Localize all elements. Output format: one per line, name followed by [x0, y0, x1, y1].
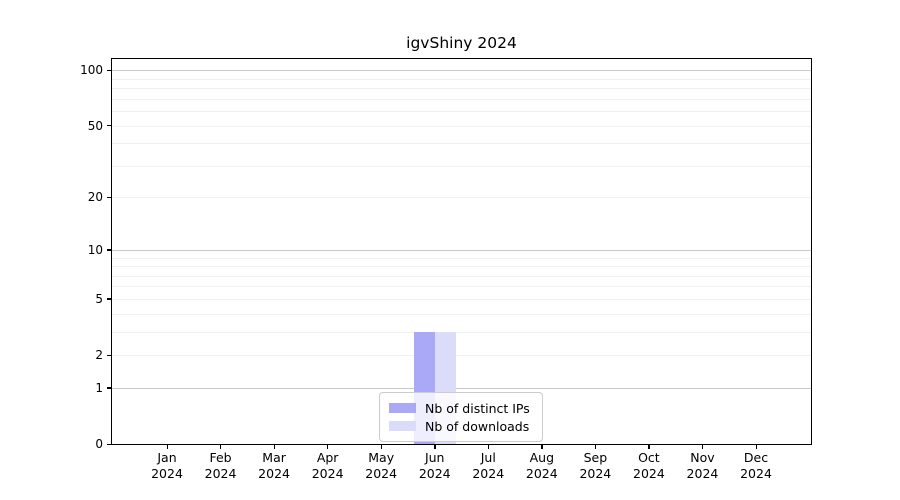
- plot-area: Nb of distinct IPs Nb of downloads: [112, 59, 811, 444]
- major-gridline: [112, 388, 811, 389]
- x-tick-mark: [327, 444, 328, 449]
- y-tick-label: 20: [43, 189, 103, 205]
- x-tick-mark: [541, 444, 542, 449]
- y-tick-label: 0: [43, 436, 103, 452]
- x-tick-mark: [434, 444, 435, 449]
- legend-swatch-distinct-ips: [389, 403, 416, 413]
- minor-gridline: [112, 197, 811, 198]
- y-tick-mark: [107, 444, 112, 445]
- y-tick-label: 5: [43, 291, 103, 307]
- minor-gridline: [112, 314, 811, 315]
- major-gridline: [112, 70, 811, 71]
- minor-gridline: [112, 166, 811, 167]
- legend: Nb of distinct IPs Nb of downloads: [379, 392, 543, 442]
- minor-gridline: [112, 332, 811, 333]
- minor-gridline: [112, 99, 811, 100]
- minor-gridline: [112, 79, 811, 80]
- x-tick-mark: [220, 444, 221, 449]
- x-tick-mark: [648, 444, 649, 449]
- y-tick-label: 100: [43, 62, 103, 78]
- minor-gridline: [112, 111, 811, 112]
- minor-gridline: [112, 258, 811, 259]
- legend-swatch-downloads: [389, 421, 416, 431]
- x-tick-mark: [702, 444, 703, 449]
- y-tick-label: 1: [43, 380, 103, 396]
- x-tick-label: Dec2024: [724, 450, 788, 481]
- minor-gridline: [112, 266, 811, 267]
- minor-gridline: [112, 299, 811, 300]
- chart-title: igvShiny 2024: [112, 34, 811, 52]
- minor-gridline: [112, 126, 811, 127]
- legend-label: Nb of downloads: [425, 419, 529, 434]
- minor-gridline: [112, 286, 811, 287]
- legend-label: Nb of distinct IPs: [425, 401, 530, 416]
- x-tick-mark: [274, 444, 275, 449]
- chart-figure: igvShiny 2024 Nb of distinct IPs Nb of d…: [0, 0, 900, 500]
- minor-gridline: [112, 276, 811, 277]
- minor-gridline: [112, 355, 811, 356]
- x-tick-mark: [595, 444, 596, 449]
- minor-gridline: [112, 88, 811, 89]
- x-tick-mark: [381, 444, 382, 449]
- minor-gridline: [112, 143, 811, 144]
- legend-item-downloads: Nb of downloads: [387, 418, 535, 434]
- legend-item-distinct-ips: Nb of distinct IPs: [387, 400, 535, 416]
- y-tick-label: 2: [43, 347, 103, 363]
- x-tick-mark: [488, 444, 489, 449]
- y-tick-label: 10: [43, 242, 103, 258]
- y-tick-label: 50: [43, 118, 103, 134]
- x-tick-mark: [756, 444, 757, 449]
- major-gridline: [112, 250, 811, 251]
- x-tick-mark: [167, 444, 168, 449]
